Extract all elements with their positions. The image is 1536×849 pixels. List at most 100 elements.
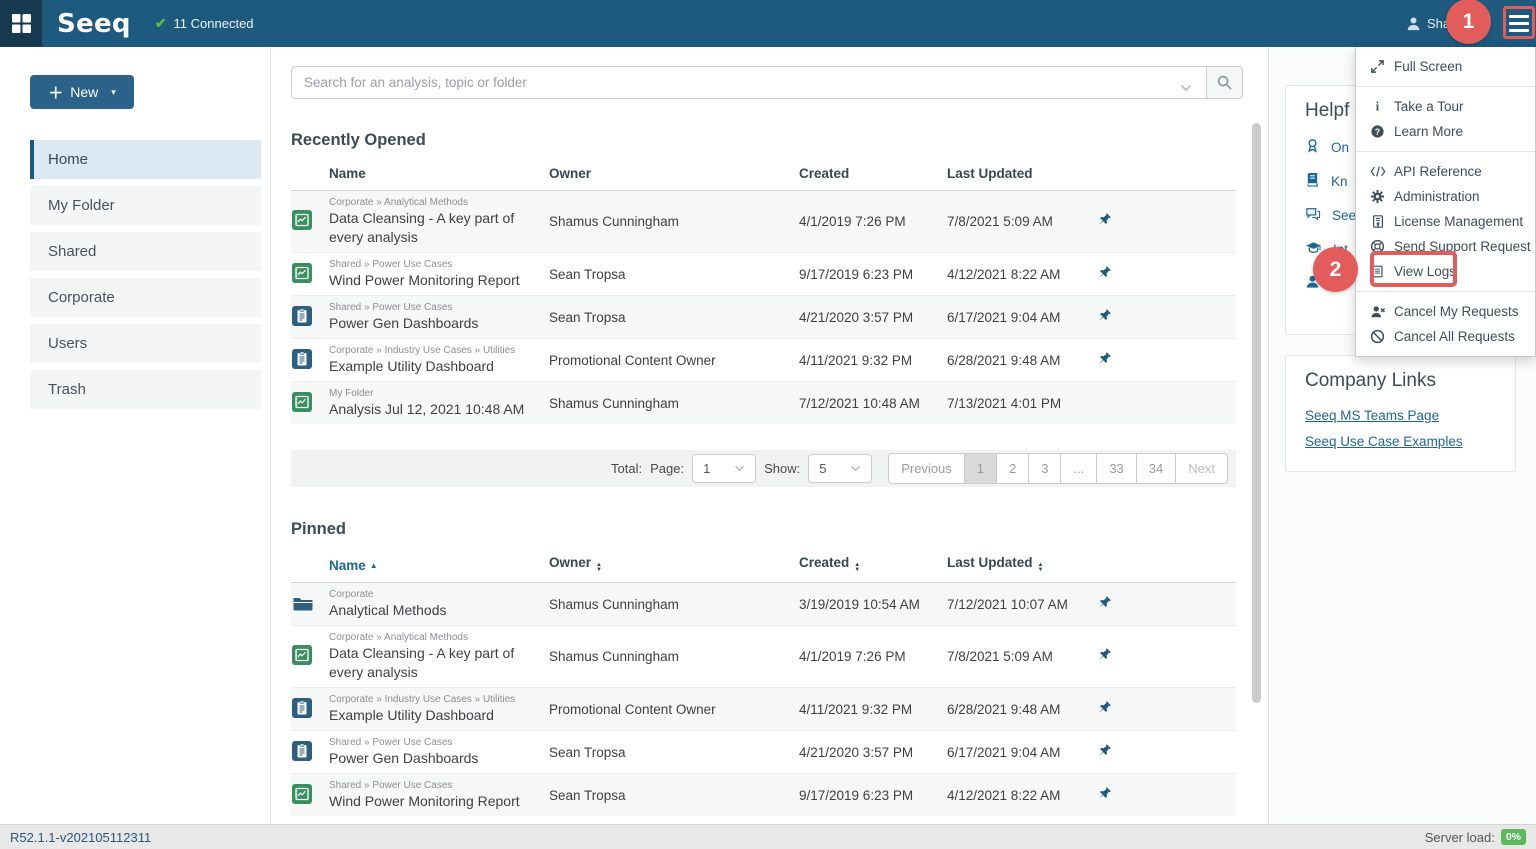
page-label: Page: [650,461,684,476]
top-navbar: Seeq ✔ 11 Connected Sha [0,0,1536,47]
column-header-created[interactable]: Created [799,166,947,181]
item-updated: 7/8/2021 5:09 AM [947,649,1096,664]
table-row[interactable]: Shared » Power Use CasesPower Gen Dashbo… [291,295,1236,338]
item-name[interactable]: Power Gen Dashboards [329,749,539,768]
user-menu[interactable]: Sha [1406,0,1450,47]
item-owner: Shamus Cunningham [549,649,799,664]
menu-item[interactable]: Cancel My Requests [1356,299,1535,324]
item-name[interactable]: Wind Power Monitoring Report [329,792,539,811]
sidebar-item[interactable]: Home [30,140,261,179]
analysis-icon [292,645,312,668]
table-row[interactable]: Corporate » Analytical MethodsData Clean… [291,625,1236,687]
pin-icon[interactable] [1096,595,1236,614]
page-select[interactable]: 1 [692,454,756,483]
pin-icon[interactable] [1096,647,1236,666]
table-row[interactable]: CorporateAnalytical Methods Shamus Cunni… [291,583,1236,625]
sidebar-nav: Home My Folder Shared Corporate Users Trash [0,140,270,409]
table-row[interactable]: Shared » Power Use CasesWind Power Monit… [291,773,1236,816]
menu-item[interactable]: iTake a Tour [1356,94,1535,119]
menu-item[interactable]: Administration [1356,184,1535,209]
menu-item[interactable]: ?Learn More [1356,119,1535,144]
new-button-label: New [70,84,98,100]
scrollbar[interactable] [1252,123,1261,703]
table-header: Name▲ Owner▲▼ Created▲▼ Last Updated▲▼ [291,539,1236,583]
pinned-title: Pinned [291,520,1268,539]
item-name[interactable]: Data Cleansing - A key part of every ana… [329,644,539,682]
column-header-owner[interactable]: Owner▲▼ [549,555,799,573]
menu-item[interactable]: API Reference [1356,159,1535,184]
item-updated: 4/12/2021 8:22 AM [947,788,1096,803]
chevron-down-icon[interactable] [1180,79,1192,97]
pagination-bar: Total: Page: 1 Show: 5 Previous123...333… [291,450,1236,487]
item-created: 3/19/2019 10:54 AM [799,597,947,612]
page-button[interactable]: 3 [1028,453,1061,484]
page-button[interactable]: 34 [1136,453,1176,484]
page-button[interactable]: 1 [964,453,997,484]
search-input[interactable] [291,66,1206,99]
check-icon: ✔ [155,15,167,32]
item-name[interactable]: Example Utility Dashboard [329,357,539,376]
item-path: Shared » Power Use Cases [329,258,539,271]
company-link[interactable]: Seeq MS Teams Page [1305,408,1515,423]
column-header-updated[interactable]: Last Updated▲▼ [947,555,1096,573]
new-button[interactable]: ＋ New ▾ [30,75,134,109]
page-button[interactable]: 2 [996,453,1029,484]
grid-icon [12,14,31,33]
menu-item[interactable]: License Management [1356,209,1535,234]
item-name[interactable]: Analytical Methods [329,601,539,620]
pin-icon[interactable] [1096,308,1236,327]
item-created: 4/1/2019 7:26 PM [799,214,947,229]
item-path: Shared » Power Use Cases [329,736,539,749]
item-name[interactable]: Analysis Jul 12, 2021 10:48 AM [329,400,539,419]
column-header-owner[interactable]: Owner [549,166,799,181]
item-name[interactable]: Wind Power Monitoring Report [329,271,539,290]
main-content: Recently Opened Name Owner Created Last … [270,47,1268,824]
menu-item[interactable]: Full Screen [1356,54,1535,79]
table-row[interactable]: Corporate » Industry Use Cases » Utiliti… [291,338,1236,381]
pin-icon[interactable] [1096,786,1236,805]
sidebar-item[interactable]: Users [30,324,261,363]
item-owner: Promotional Content Owner [549,353,799,368]
page-button[interactable]: Previous [888,453,965,484]
page-button[interactable]: Next [1175,453,1228,484]
search-icon [1217,75,1232,90]
pin-icon[interactable] [1096,212,1236,231]
column-header-created[interactable]: Created▲▼ [799,555,947,573]
company-link[interactable]: Seeq Use Case Examples [1305,434,1515,449]
page-button[interactable]: 33 [1096,453,1136,484]
sidebar-item[interactable]: Shared [30,232,261,271]
pin-icon[interactable] [1096,743,1236,762]
agents-connected-status[interactable]: ✔ 11 Connected [155,15,254,32]
item-name[interactable]: Data Cleansing - A key part of every ana… [329,209,539,247]
search-button[interactable] [1206,66,1243,99]
chevron-down-icon [850,465,861,472]
item-name[interactable]: Power Gen Dashboards [329,314,539,333]
caret-down-icon: ▾ [111,87,116,98]
column-header-name[interactable]: Name [329,166,549,181]
column-header-name[interactable]: Name▲ [329,558,549,573]
table-row[interactable]: Shared » Power Use CasesPower Gen Dashbo… [291,730,1236,773]
column-header-updated[interactable]: Last Updated [947,166,1096,181]
pin-icon[interactable] [1096,351,1236,370]
table-row[interactable]: Corporate » Analytical MethodsData Clean… [291,191,1236,252]
svg-text:i: i [1376,100,1380,114]
item-created: 9/17/2019 6:23 PM [799,788,947,803]
table-row[interactable]: Corporate » Industry Use Cases » Utiliti… [291,687,1236,730]
item-path: Shared » Power Use Cases [329,301,539,314]
item-owner: Shamus Cunningham [549,396,799,411]
item-name[interactable]: Example Utility Dashboard [329,706,539,725]
sidebar-item[interactable]: My Folder [30,186,261,225]
item-owner: Promotional Content Owner [549,702,799,717]
sidebar-item[interactable]: Corporate [30,278,261,317]
item-created: 4/21/2020 3:57 PM [799,745,947,760]
show-select[interactable]: 5 [808,454,872,483]
pin-icon[interactable] [1096,265,1236,284]
table-row[interactable]: My FolderAnalysis Jul 12, 2021 10:48 AM … [291,381,1236,424]
page-button[interactable]: ... [1060,453,1097,484]
app-switcher-button[interactable] [0,0,42,47]
sidebar-item[interactable]: Trash [30,370,261,409]
sort-icon: ▲▼ [596,563,602,573]
pin-icon[interactable] [1096,700,1236,719]
menu-item[interactable]: Cancel All Requests [1356,324,1535,349]
table-row[interactable]: Shared » Power Use CasesWind Power Monit… [291,252,1236,295]
